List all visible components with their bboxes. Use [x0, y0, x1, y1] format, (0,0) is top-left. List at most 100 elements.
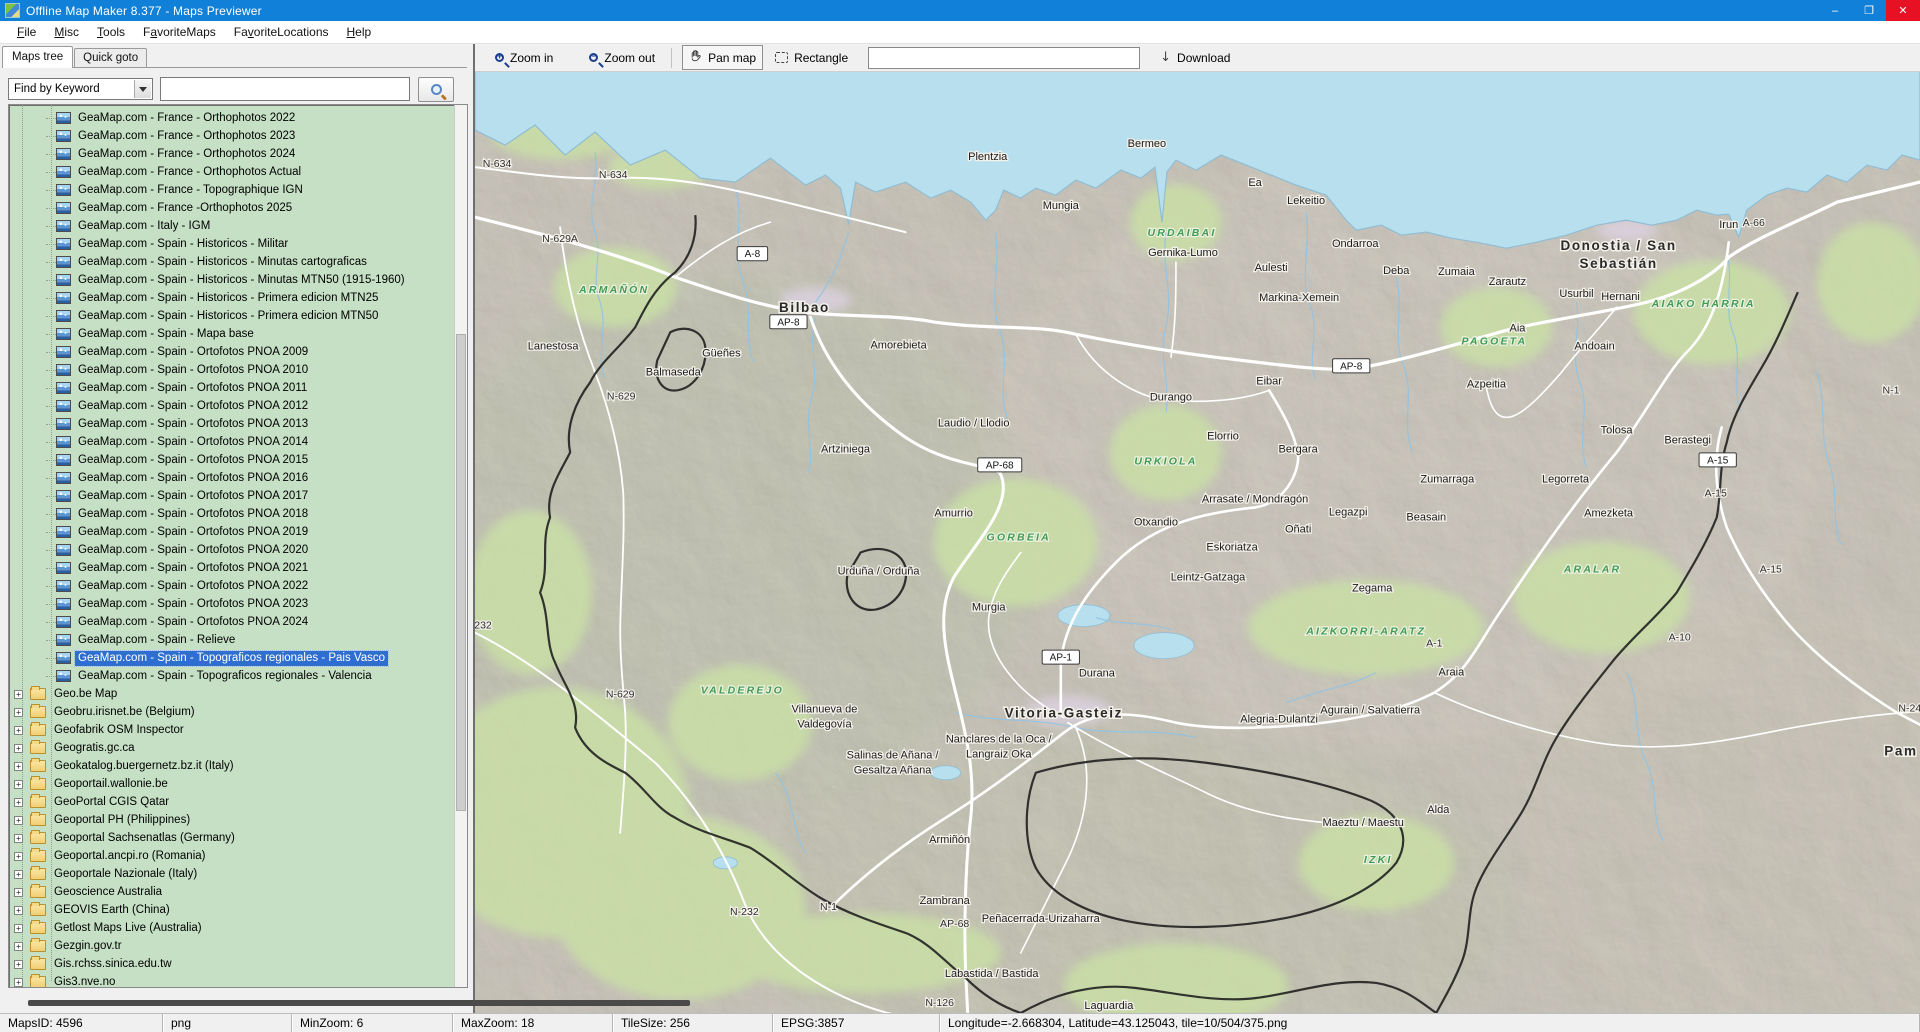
toolbar-text-input[interactable]: [868, 47, 1140, 69]
tree-map-item[interactable]: GeaMap.com - Spain - Historicos - Minuta…: [9, 253, 453, 271]
tree-map-item[interactable]: GeaMap.com - Spain - Historicos - Primer…: [9, 307, 453, 325]
tree-map-item[interactable]: GeaMap.com - Spain - Ortofotos PNOA 2016: [9, 469, 453, 487]
tree-map-item[interactable]: GeaMap.com - Spain - Ortofotos PNOA 2013: [9, 415, 453, 433]
tree-map-item[interactable]: GeaMap.com - Spain - Ortofotos PNOA 2023: [9, 595, 453, 613]
tree-map-item[interactable]: GeaMap.com - France - Orthophotos Actual: [9, 163, 453, 181]
tree-map-item[interactable]: GeaMap.com - Spain - Topograficos region…: [9, 649, 453, 667]
tree-map-item[interactable]: GeaMap.com - Spain - Ortofotos PNOA 2024: [9, 613, 453, 631]
expand-plus-icon[interactable]: +: [14, 726, 23, 735]
tree-map-item[interactable]: GeaMap.com - Spain - Ortofotos PNOA 2022: [9, 577, 453, 595]
expand-plus-icon[interactable]: +: [14, 690, 23, 699]
map-label: Ea: [1248, 177, 1262, 189]
find-mode-dropdown[interactable]: Find by Keyword: [8, 78, 153, 100]
expand-plus-icon[interactable]: +: [14, 798, 23, 807]
tree-folder-item[interactable]: +Geofabrik OSM Inspector: [9, 721, 453, 739]
tree-map-item[interactable]: GeaMap.com - Spain - Historicos - Minuta…: [9, 271, 453, 289]
tree-map-item[interactable]: GeaMap.com - Spain - Ortofotos PNOA 2021: [9, 559, 453, 577]
expand-plus-icon[interactable]: +: [14, 888, 23, 897]
expand-plus-icon[interactable]: +: [14, 780, 23, 789]
tree-map-item[interactable]: GeaMap.com - Spain - Ortofotos PNOA 2010: [9, 361, 453, 379]
download-button[interactable]: ↓ Download: [1154, 47, 1236, 68]
tree-map-item[interactable]: GeaMap.com - Spain - Ortofotos PNOA 2011: [9, 379, 453, 397]
minimize-button[interactable]: –: [1818, 0, 1852, 21]
tree-folder-item[interactable]: +Geogratis.gc.ca: [9, 739, 453, 757]
scrollbar-thumb[interactable]: [456, 334, 466, 810]
tree-folder-item[interactable]: +Geoportale Nazionale (Italy): [9, 865, 453, 883]
expand-plus-icon[interactable]: +: [14, 744, 23, 753]
expand-plus-icon[interactable]: +: [14, 816, 23, 825]
tree-map-item[interactable]: GeaMap.com - France -Orthophotos 2025: [9, 199, 453, 217]
tree-item-label: Gis3.nve.no: [51, 975, 118, 989]
tree-folder-item[interactable]: +Gis.rchss.sinica.edu.tw: [9, 955, 453, 973]
rectangle-button[interactable]: Rectangle: [769, 48, 854, 68]
tree-map-item[interactable]: GeaMap.com - Spain - Topograficos region…: [9, 667, 453, 685]
tree-map-item[interactable]: GeaMap.com - Spain - Ortofotos PNOA 2014: [9, 433, 453, 451]
menu-misc[interactable]: Misc: [45, 23, 88, 41]
map-viewport[interactable]: A-8AP-8AP-8AP-68A-15AP-1 BilbaoDonostia …: [475, 72, 1920, 1013]
toolbar-separator: [671, 48, 672, 68]
map-label: Lekeitio: [1287, 195, 1325, 207]
tree-map-item[interactable]: GeaMap.com - France - Orthophotos 2023: [9, 127, 453, 145]
search-input[interactable]: [160, 77, 410, 101]
search-button[interactable]: [418, 77, 454, 102]
tree-folder-item[interactable]: +Geoportal.ancpi.ro (Romania): [9, 847, 453, 865]
tree-folder-item[interactable]: +GEOVIS Earth (China): [9, 901, 453, 919]
tree-connector: [46, 172, 56, 173]
tree-map-item[interactable]: GeaMap.com - Spain - Historicos - Milita…: [9, 235, 453, 253]
tree-map-item[interactable]: GeaMap.com - Spain - Ortofotos PNOA 2012: [9, 397, 453, 415]
expand-plus-icon[interactable]: +: [14, 708, 23, 717]
tree-item-label: GeaMap.com - France - Orthophotos 2022: [75, 111, 298, 126]
expand-plus-icon[interactable]: +: [14, 942, 23, 951]
expand-plus-icon[interactable]: +: [14, 924, 23, 933]
tree-map-item[interactable]: GeaMap.com - Italy - IGM: [9, 217, 453, 235]
expand-plus-icon[interactable]: +: [14, 834, 23, 843]
tree-folder-item[interactable]: +Geoportal Sachsenatlas (Germany): [9, 829, 453, 847]
tab-maps-tree[interactable]: Maps tree: [2, 46, 73, 68]
expand-plus-icon[interactable]: +: [14, 852, 23, 861]
expand-plus-icon[interactable]: +: [14, 762, 23, 771]
expand-plus-icon[interactable]: +: [14, 978, 23, 987]
close-button[interactable]: ✕: [1886, 0, 1920, 21]
tab-quick-goto[interactable]: Quick goto: [74, 48, 147, 68]
tree-folder-item[interactable]: + Gis3.nve.no: [9, 973, 453, 988]
tree-map-item[interactable]: GeaMap.com - Spain - Ortofotos PNOA 2009: [9, 343, 453, 361]
tree-folder-item[interactable]: +Geo.be Map: [9, 685, 453, 703]
tree-map-item[interactable]: GeaMap.com - Spain - Ortofotos PNOA 2019: [9, 523, 453, 541]
tree-connector: [46, 604, 56, 605]
tree-map-item[interactable]: GeaMap.com - Spain - Ortofotos PNOA 2018: [9, 505, 453, 523]
tree-map-item[interactable]: GeaMap.com - Spain - Ortofotos PNOA 2015: [9, 451, 453, 469]
tree-folder-item[interactable]: +GeoPortal CGIS Qatar: [9, 793, 453, 811]
app-window: Offline Map Maker 8.377 - Maps Previewer…: [0, 0, 1920, 1032]
tree-map-item[interactable]: GeaMap.com - France - Topographique IGN: [9, 181, 453, 199]
tree-folder-item[interactable]: +Geoportail.wallonie.be: [9, 775, 453, 793]
zoom-out-button[interactable]: − Zoom out: [583, 48, 661, 68]
tree-map-item[interactable]: GeaMap.com - Spain - Ortofotos PNOA 2017: [9, 487, 453, 505]
pan-map-button[interactable]: Pan map: [682, 45, 763, 70]
menu-tools[interactable]: Tools: [88, 23, 134, 41]
tree-folder-item[interactable]: +Geoscience Australia: [9, 883, 453, 901]
tree-vertical-scrollbar[interactable]: [454, 105, 467, 987]
expand-plus-icon[interactable]: +: [14, 906, 23, 915]
tree-map-item[interactable]: GeaMap.com - France - Orthophotos 2022: [9, 109, 453, 127]
menu-file[interactable]: File: [8, 23, 45, 41]
expand-plus-icon[interactable]: +: [14, 960, 23, 969]
maximize-button[interactable]: ❐: [1852, 0, 1886, 21]
menu-favoritemaps[interactable]: FavoriteMaps: [134, 23, 225, 41]
tree-folder-item[interactable]: +Geokatalog.buergernetz.bz.it (Italy): [9, 757, 453, 775]
tree-folder-item[interactable]: +Gezgin.gov.tr: [9, 937, 453, 955]
tree-folder-item[interactable]: +Getlost Maps Live (Australia): [9, 919, 453, 937]
tree-map-item[interactable]: GeaMap.com - Spain - Mapa base: [9, 325, 453, 343]
zoom-in-button[interactable]: + Zoom in: [489, 48, 559, 68]
tree-map-item[interactable]: GeaMap.com - Spain - Ortofotos PNOA 2020: [9, 541, 453, 559]
menu-help[interactable]: Help: [338, 23, 381, 41]
tree-item-label: GeaMap.com - Spain - Historicos - Minuta…: [75, 273, 408, 288]
menu-favoritelocations[interactable]: FavoriteLocations: [225, 23, 338, 41]
tree-map-item[interactable]: GeaMap.com - France - Orthophotos 2024: [9, 145, 453, 163]
tree-map-item[interactable]: GeaMap.com - Spain - Historicos - Primer…: [9, 289, 453, 307]
tree-folder-item[interactable]: +Geoportal PH (Philippines): [9, 811, 453, 829]
tree-map-item[interactable]: GeaMap.com - Spain - Relieve: [9, 631, 453, 649]
map-label: Murgia: [972, 602, 1007, 614]
horizontal-scrollbar-thumb[interactable]: [28, 1000, 690, 1006]
expand-plus-icon[interactable]: +: [14, 870, 23, 879]
tree-folder-item[interactable]: +Geobru.irisnet.be (Belgium): [9, 703, 453, 721]
